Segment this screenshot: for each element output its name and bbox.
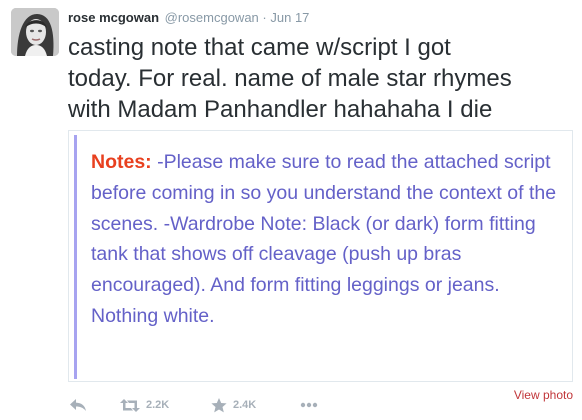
retweet-icon	[120, 398, 140, 412]
reply-icon	[70, 399, 86, 411]
media-attachment[interactable]: Notes: -Please make sure to read the att…	[68, 130, 573, 382]
retweet-count: 2.2K	[146, 399, 170, 411]
note-text: Notes: -Please make sure to read the att…	[91, 147, 561, 332]
more-dots-icon	[300, 402, 318, 408]
note-body: -Please make sure to read the attached s…	[91, 151, 557, 327]
tweet: rose mcgowan @rosemcgowan · Jun 17 casti…	[0, 0, 582, 420]
author-name[interactable]: rose mcgowan	[68, 10, 159, 25]
star-icon	[211, 397, 227, 412]
avatar[interactable]	[11, 8, 59, 56]
favorite-count: 2.4K	[233, 399, 257, 411]
tweet-text: casting note that came w/script I got to…	[68, 34, 512, 123]
tweet-date[interactable]: Jun 17	[270, 10, 309, 25]
header-separator: ·	[262, 10, 267, 25]
favorite-button[interactable]: 2.4K	[211, 395, 256, 415]
note-label: Notes:	[91, 151, 152, 173]
casting-note-photo: Notes: -Please make sure to read the att…	[74, 135, 569, 379]
more-button[interactable]	[300, 395, 318, 415]
view-photo-link[interactable]: View photo	[514, 388, 573, 402]
tweet-header: rose mcgowan @rosemcgowan · Jun 17	[68, 9, 309, 27]
reply-button[interactable]	[69, 395, 87, 415]
author-handle[interactable]: @rosemcgowan	[165, 10, 259, 25]
retweet-button[interactable]: 2.2K	[120, 395, 169, 415]
avatar-photo	[11, 8, 59, 56]
